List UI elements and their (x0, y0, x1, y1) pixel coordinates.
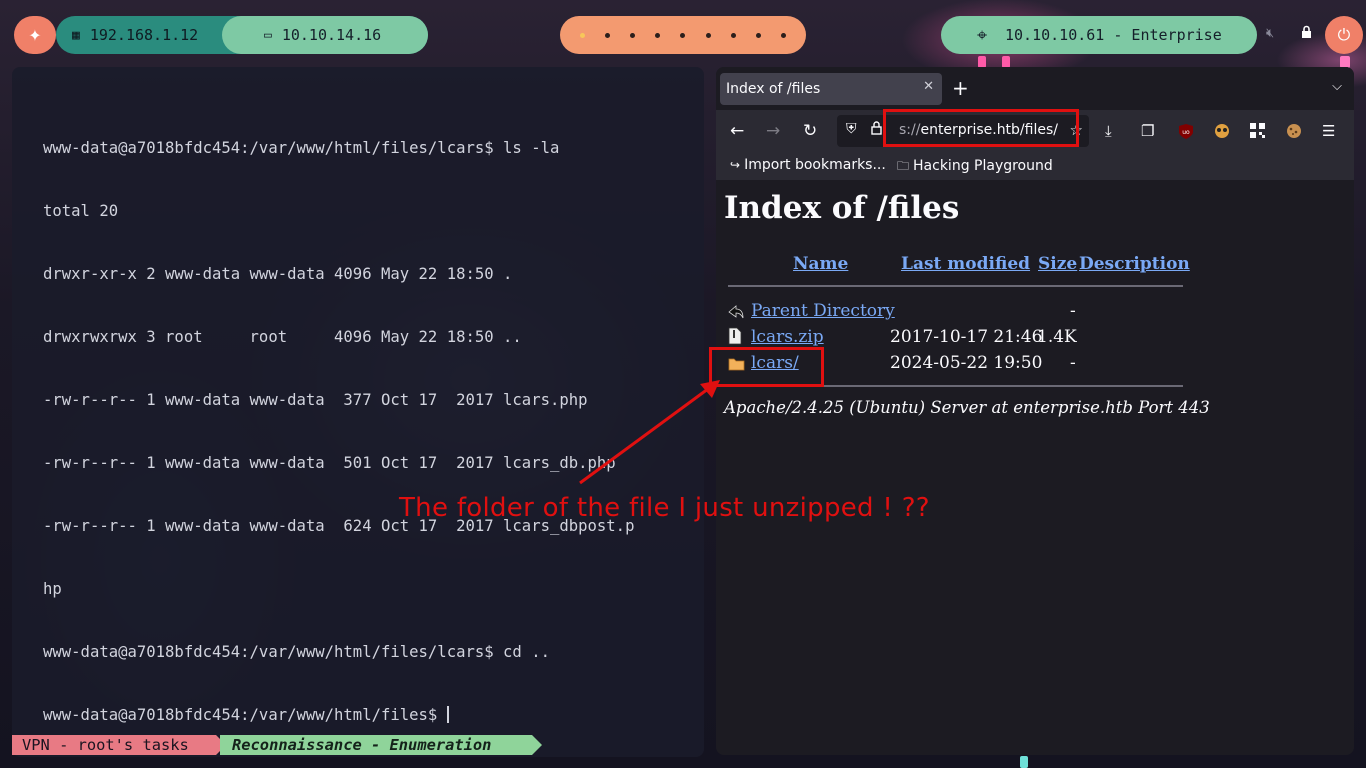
annotation-text: The folder of the file I just unzipped !… (399, 493, 930, 523)
annotation-arrow (579, 380, 720, 485)
